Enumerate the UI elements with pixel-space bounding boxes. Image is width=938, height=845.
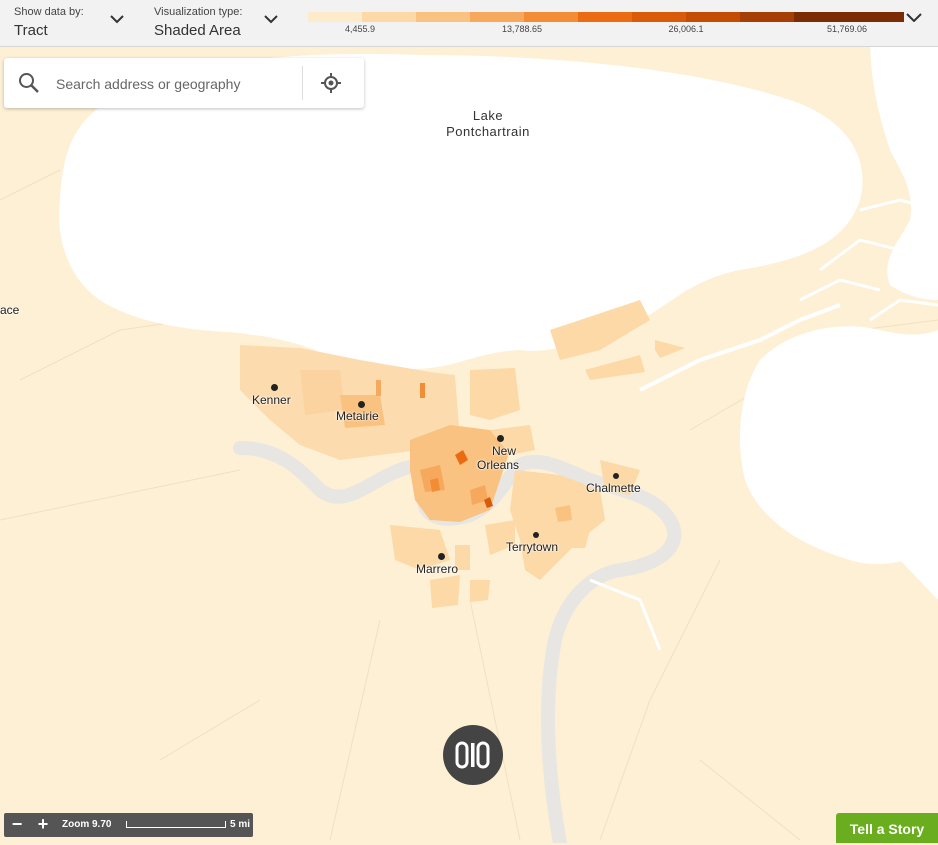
logo-icon — [455, 741, 490, 769]
scale-label: 5 mi — [230, 819, 251, 830]
marrero-dot — [438, 553, 445, 560]
new-orleans-label-line-2: Orleans — [477, 458, 520, 472]
legend-swatch — [524, 12, 578, 22]
legend-color-ramp — [308, 12, 904, 22]
lake-label-line-1: Lake — [472, 108, 504, 123]
legend-swatch — [308, 12, 362, 22]
legend-tick-label: 51,769.06 — [826, 24, 868, 34]
show-data-value: Tract — [14, 22, 48, 39]
legend-swatch — [578, 12, 632, 22]
terrytown-dot — [533, 532, 539, 538]
show-data-label: Show data by: — [14, 6, 84, 18]
visualization-type-label: Visualization type: — [154, 6, 243, 18]
new-orleans-label-line-1: New — [492, 444, 517, 458]
crosshair-icon[interactable] — [320, 72, 342, 94]
legend-tick-label: 13,788.65 — [501, 24, 543, 34]
legend-swatch — [686, 12, 740, 22]
search-divider — [302, 66, 303, 100]
chalmette-label: Chalmette — [586, 481, 641, 495]
kenner-label: Kenner — [252, 393, 291, 407]
metairie-dot — [358, 401, 365, 408]
zoom-in-button[interactable]: + — [32, 814, 54, 836]
visualization-type-dropdown[interactable]: Visualization type: Shaded Area — [154, 6, 242, 39]
legend-swatch — [632, 12, 686, 22]
zoom-level: Zoom 9.70 — [62, 819, 112, 830]
tell-a-story-button[interactable]: Tell a Story — [836, 813, 938, 843]
zoom-out-button[interactable]: − — [6, 814, 28, 836]
search-box — [4, 58, 364, 108]
legend-swatch — [740, 12, 794, 22]
legend-swatch — [416, 12, 470, 22]
metairie-label: Metairie — [336, 409, 379, 423]
app-logo-button[interactable] — [443, 725, 503, 785]
legend-tick-label: 26,006.1 — [668, 24, 704, 34]
show-data-dropdown[interactable]: Show data by: Tract — [14, 6, 84, 39]
legend-swatch — [470, 12, 524, 22]
chalmette-dot — [613, 473, 619, 479]
terrytown-label: Terrytown — [506, 540, 559, 554]
legend-tick-label: 4,455.9 — [344, 24, 376, 34]
search-input[interactable] — [54, 70, 298, 98]
new-orleans-label: New Orleans — [477, 444, 519, 472]
kenner-dot — [271, 384, 278, 391]
legend-swatch — [362, 12, 416, 22]
lake-pontchartrain-label: Lake Pontchartrain — [446, 108, 530, 140]
new-orleans-dot — [497, 435, 504, 442]
visualization-type-value: Shaded Area — [154, 22, 241, 39]
edge-place-label: ace — [0, 303, 20, 317]
zoom-control: − + Zoom 9.70 5 mi — [4, 813, 253, 837]
legend-swatch — [794, 12, 904, 22]
search-icon — [19, 73, 39, 93]
chevron-down-icon[interactable] — [264, 14, 278, 24]
top-toolbar: Show data by: Tract Visualization type: … — [0, 0, 938, 47]
chevron-down-icon[interactable] — [906, 12, 922, 22]
chevron-down-icon[interactable] — [110, 14, 124, 24]
marrero-label: Marrero — [416, 562, 459, 576]
lake-label-line-2: Pontchartrain — [446, 124, 530, 139]
scale-bar — [126, 821, 226, 828]
